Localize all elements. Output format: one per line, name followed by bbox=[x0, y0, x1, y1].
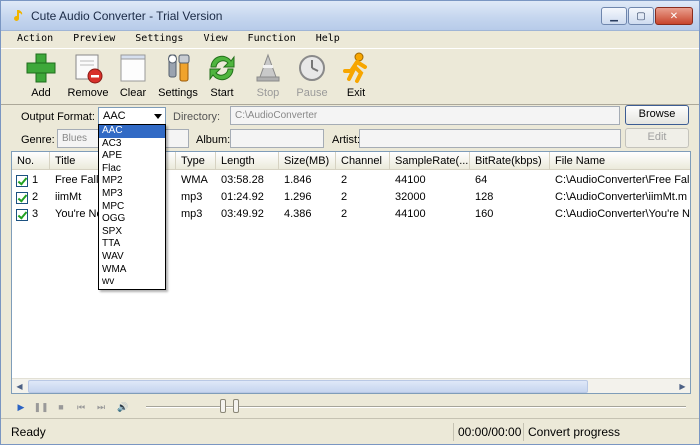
format-option-aac[interactable]: AAC bbox=[99, 125, 165, 138]
menu-bar: Action Preview Settings View Function He… bbox=[1, 31, 699, 48]
close-button[interactable]: ✕ bbox=[655, 7, 693, 25]
tools-icon bbox=[168, 54, 190, 82]
chevron-down-icon bbox=[154, 114, 162, 119]
column-length[interactable]: Length bbox=[216, 152, 279, 170]
previous-icon[interactable]: ⏮ bbox=[73, 400, 89, 414]
format-dropdown-list: AAC AC3 APE Flac MP2 MP3 MPC OGG SPX TTA… bbox=[98, 124, 166, 290]
column-filename[interactable]: File Name bbox=[550, 152, 690, 170]
convert-progress: Convert progress bbox=[523, 423, 693, 441]
pause-icon[interactable]: ❚❚ bbox=[33, 400, 49, 414]
column-samplerate[interactable]: SampleRate(... bbox=[390, 152, 470, 170]
column-no[interactable]: No. bbox=[12, 152, 50, 170]
pause-button[interactable]: Pause bbox=[287, 51, 337, 103]
directory-field[interactable]: C:\AudioConverter bbox=[230, 106, 620, 125]
edit-button[interactable]: Edit bbox=[625, 128, 689, 148]
output-format-select[interactable]: AAC bbox=[98, 107, 166, 125]
app-window: Cute Audio Converter - Trial Version ▁ ▢… bbox=[0, 0, 700, 445]
time-readout: 00:00/00:00 bbox=[453, 423, 521, 441]
maximize-icon: ▢ bbox=[636, 10, 646, 22]
clear-page-icon bbox=[120, 54, 146, 82]
format-option-ogg[interactable]: OGG bbox=[99, 213, 165, 226]
stop-icon[interactable]: ■ bbox=[53, 400, 69, 414]
column-channel[interactable]: Channel bbox=[336, 152, 390, 170]
app-logo-icon bbox=[14, 10, 23, 21]
format-option-ac3[interactable]: AC3 bbox=[99, 138, 165, 151]
remove-document-icon bbox=[75, 54, 103, 84]
format-option-wav[interactable]: WAV bbox=[99, 251, 165, 264]
window-title: Cute Audio Converter - Trial Version bbox=[31, 9, 223, 23]
close-icon: ✕ bbox=[669, 10, 679, 22]
format-option-ape[interactable]: APE bbox=[99, 150, 165, 163]
scroll-thumb[interactable] bbox=[28, 380, 588, 393]
clear-button[interactable]: Clear bbox=[108, 51, 158, 103]
menu-view[interactable]: View bbox=[193, 31, 237, 48]
plus-icon bbox=[26, 53, 56, 83]
format-option-mp3[interactable]: MP3 bbox=[99, 188, 165, 201]
stop-cone-icon bbox=[256, 53, 280, 82]
genre-label: Genre: bbox=[21, 134, 55, 146]
menu-action[interactable]: Action bbox=[7, 31, 63, 48]
artist-field[interactable] bbox=[359, 129, 621, 148]
add-button[interactable]: Add bbox=[16, 51, 66, 103]
menu-settings[interactable]: Settings bbox=[125, 31, 193, 48]
format-option-flac[interactable]: Flac bbox=[99, 163, 165, 176]
minimize-button[interactable]: ▁ bbox=[601, 7, 627, 25]
format-option-wma[interactable]: WMA bbox=[99, 264, 165, 277]
maximize-button[interactable]: ▢ bbox=[628, 7, 654, 25]
status-text: Ready bbox=[11, 425, 46, 439]
refresh-arrows-icon bbox=[209, 55, 235, 81]
seek-track[interactable] bbox=[146, 406, 686, 408]
album-field[interactable] bbox=[230, 129, 324, 148]
next-icon[interactable]: ⏭ bbox=[93, 400, 109, 414]
artist-label: Artist: bbox=[332, 134, 361, 146]
scroll-right-icon[interactable]: ▶ bbox=[675, 379, 690, 393]
play-icon[interactable]: ▶ bbox=[13, 400, 29, 414]
stop-button[interactable]: Stop bbox=[243, 51, 293, 103]
running-man-icon bbox=[343, 52, 367, 83]
format-option-mp2[interactable]: MP2 bbox=[99, 175, 165, 188]
volume-icon[interactable]: 🔊 bbox=[115, 400, 131, 414]
column-type[interactable]: Type bbox=[176, 152, 216, 170]
title-bar: Cute Audio Converter - Trial Version ▁ ▢… bbox=[1, 1, 699, 31]
horizontal-scrollbar[interactable]: ◀ ▶ bbox=[12, 378, 690, 393]
format-option-mpc[interactable]: MPC bbox=[99, 201, 165, 214]
menu-help[interactable]: Help bbox=[306, 31, 350, 48]
output-format-label: Output Format: bbox=[21, 111, 95, 123]
minimize-icon: ▁ bbox=[610, 10, 618, 22]
menu-function[interactable]: Function bbox=[238, 31, 306, 48]
player-bar: ▶ ❚❚ ■ ⏮ ⏭ 🔊 bbox=[1, 396, 699, 418]
pause-clock-icon bbox=[299, 55, 325, 81]
browse-button[interactable]: Browse bbox=[625, 105, 689, 125]
start-button[interactable]: Start bbox=[197, 51, 247, 103]
menu-preview[interactable]: Preview bbox=[63, 31, 125, 48]
column-bitrate[interactable]: BitRate(kbps) bbox=[470, 152, 550, 170]
directory-label: Directory: bbox=[173, 111, 221, 123]
format-option-tta[interactable]: TTA bbox=[99, 238, 165, 251]
seek-slider-thumb[interactable] bbox=[233, 399, 239, 413]
format-option-spx[interactable]: SPX bbox=[99, 226, 165, 239]
album-label: Album: bbox=[196, 134, 231, 146]
remove-button[interactable]: Remove bbox=[63, 51, 113, 103]
column-size[interactable]: Size(MB) bbox=[279, 152, 336, 170]
toolbar: Add Remove Clear Settings Start Stop Pau… bbox=[1, 48, 699, 105]
volume-slider-thumb[interactable] bbox=[220, 399, 226, 413]
scroll-left-icon[interactable]: ◀ bbox=[12, 379, 27, 393]
exit-button[interactable]: Exit bbox=[331, 51, 381, 103]
status-bar: Ready 00:00/00:00 Convert progress bbox=[1, 418, 699, 444]
settings-button[interactable]: Settings bbox=[153, 51, 203, 103]
format-option-wv[interactable]: wv bbox=[99, 276, 165, 289]
